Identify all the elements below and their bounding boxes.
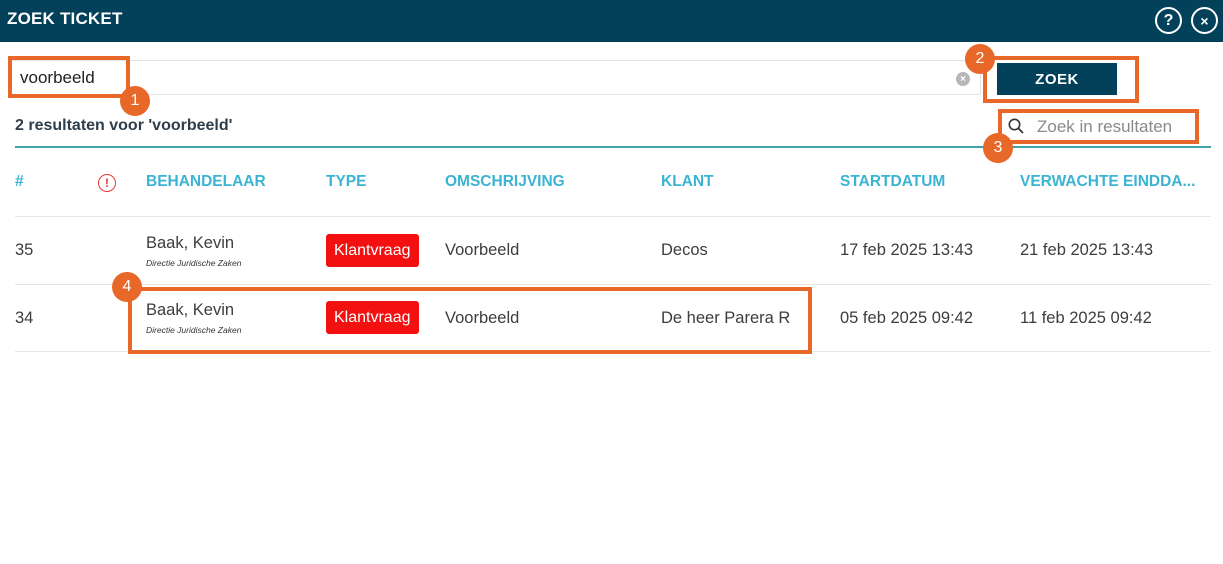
callout-box-4: [128, 287, 812, 354]
col-header-client[interactable]: KLANT: [661, 173, 714, 191]
cell-start: 05 feb 2025 09:42: [840, 309, 974, 327]
row-divider: [15, 284, 1211, 285]
title-bar: ZOEK TICKET ? ×: [0, 0, 1223, 42]
callout-box-3: [998, 109, 1199, 144]
help-icon[interactable]: ?: [1155, 7, 1182, 34]
callout-box-2: [983, 56, 1139, 103]
cell-due: 21 feb 2025 13:43: [1020, 241, 1154, 259]
col-header-type[interactable]: TYPE: [326, 173, 366, 191]
window-title: ZOEK TICKET: [7, 9, 123, 28]
col-header-handler[interactable]: BEHANDELAAR: [146, 173, 266, 191]
callout-number-1: 1: [120, 86, 150, 116]
col-header-start[interactable]: STARTDATUM: [840, 173, 945, 191]
callout-box-1: [8, 56, 130, 98]
callout-number-4: 4: [112, 272, 142, 302]
cell-due: 11 feb 2025 09:42: [1020, 309, 1152, 327]
cell-client: Decos: [661, 241, 708, 259]
cell-department: Directie Juridische Zaken: [146, 258, 242, 268]
col-header-due[interactable]: VERWACHTE EINDDA...: [1020, 173, 1195, 191]
cell-description: Voorbeeld: [445, 241, 520, 259]
search-field-container: ×: [11, 60, 981, 95]
cell-id: 34: [15, 309, 34, 327]
row-divider: [15, 216, 1211, 217]
header-divider: [15, 146, 1211, 148]
search-input[interactable]: [20, 65, 940, 91]
col-header-description[interactable]: OMSCHRIJVING: [445, 173, 565, 191]
cell-handler: Baak, Kevin: [146, 234, 235, 252]
result-count: 2 resultaten voor 'voorbeeld': [15, 117, 233, 134]
col-header-id[interactable]: #: [15, 173, 24, 191]
type-badge: Klantvraag: [326, 234, 419, 267]
cell-start: 17 feb 2025 13:43: [840, 241, 974, 259]
cell-id: 35: [15, 241, 34, 259]
callout-number-3: 3: [983, 133, 1013, 163]
callout-number-2: 2: [965, 44, 995, 74]
alert-icon[interactable]: !: [98, 174, 116, 192]
close-icon[interactable]: ×: [1191, 7, 1218, 34]
clear-search-icon[interactable]: ×: [956, 72, 970, 86]
